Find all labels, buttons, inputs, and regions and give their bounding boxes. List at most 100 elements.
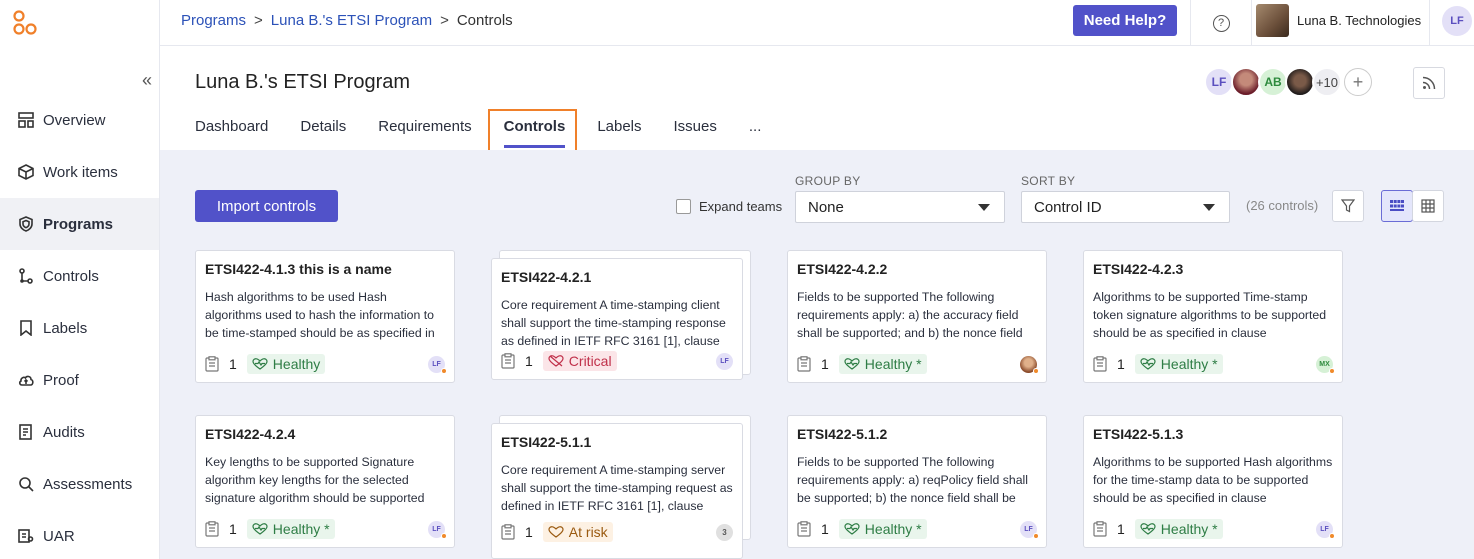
control-card[interactable]: ETSI422-5.1.2 Fields to be supported The… — [787, 415, 1047, 548]
control-card[interactable]: ETSI422-5.1.1 Core requirement A time-st… — [491, 423, 743, 559]
owner-avatar[interactable]: MX — [1316, 356, 1335, 374]
badge-dot — [1329, 533, 1335, 539]
status-label: Healthy * — [272, 521, 330, 537]
chevron-down-icon — [1203, 204, 1215, 211]
expand-teams-checkbox[interactable] — [676, 199, 691, 214]
audit-icon — [17, 423, 35, 441]
sort-by-label: SORT BY — [1021, 174, 1076, 188]
app-logo[interactable] — [11, 9, 39, 37]
help-center-button[interactable]: ? — [1190, 0, 1252, 46]
tab-labels[interactable]: Labels — [597, 118, 641, 150]
controls-count: (26 controls) — [1246, 198, 1319, 213]
control-footer: 1 Healthy * LF — [797, 518, 1039, 540]
owner-initials: LF — [432, 526, 441, 533]
sidebar-item-controls[interactable]: Controls — [0, 250, 159, 302]
owner-avatar[interactable]: LF — [1020, 521, 1039, 539]
member-avatar[interactable]: AB — [1258, 67, 1288, 97]
clipboard-icon — [797, 356, 811, 372]
tab-dashboard[interactable]: Dashboard — [195, 118, 268, 150]
sidebar-item-assessments[interactable]: Assessments — [0, 458, 159, 510]
add-member-button[interactable]: + — [1344, 68, 1372, 96]
control-card[interactable]: ETSI422-5.1.3 Algorithms to be supported… — [1083, 415, 1343, 548]
owner-count-badge[interactable]: 3 — [716, 524, 733, 541]
control-footer: 1 Healthy * — [797, 353, 1039, 375]
question-icon: ? — [1212, 14, 1230, 32]
table-view-button[interactable] — [1412, 190, 1444, 222]
clipboard-icon — [205, 356, 219, 372]
heart-pulse-icon — [1140, 358, 1156, 370]
tab-requirements[interactable]: Requirements — [378, 118, 471, 150]
clipboard-icon — [1093, 356, 1107, 372]
card-view-button[interactable] — [1381, 190, 1413, 222]
more-members-count[interactable]: +10 — [1312, 67, 1342, 97]
sidebar-item-label: UAR — [43, 527, 75, 545]
program-members: LF AB +10 + — [1204, 67, 1372, 97]
controls-content: Import controls Expand teams GROUP BY No… — [160, 150, 1474, 559]
control-card[interactable]: ETSI422-4.2.1 Core requirement A time-st… — [491, 258, 743, 380]
sidebar-item-overview[interactable]: Overview — [0, 94, 159, 146]
heart-pulse-icon — [844, 358, 860, 370]
heart-pulse-icon — [252, 358, 268, 370]
control-title: ETSI422-4.2.4 — [205, 426, 296, 442]
breadcrumb-programs-link[interactable]: Programs — [181, 12, 246, 29]
need-help-button[interactable]: Need Help? — [1073, 5, 1177, 36]
sort-by-value: Control ID — [1034, 198, 1102, 216]
heart-pulse-icon — [252, 523, 268, 535]
sidebar-item-work-items[interactable]: Work items — [0, 146, 159, 198]
owner-avatar[interactable]: LF — [1316, 521, 1335, 539]
status-badge: Healthy * — [1134, 354, 1223, 374]
control-description: Hash algorithms to be used Hash algorith… — [205, 290, 435, 340]
status-badge: Critical — [542, 351, 617, 371]
filter-button[interactable] — [1332, 190, 1364, 222]
sidebar-item-programs[interactable]: Programs — [0, 198, 159, 250]
owner-avatar[interactable]: LF — [428, 356, 447, 374]
sort-by-select[interactable]: Control ID — [1021, 191, 1230, 223]
member-avatar[interactable]: LF — [1204, 67, 1234, 97]
org-name[interactable]: Luna B. Technologies — [1297, 13, 1421, 28]
control-footer: 1 Critical LF — [501, 350, 733, 372]
sidebar-nav: Overview Work items Programs Controls La… — [0, 94, 159, 559]
control-description: Algorithms to be supported Time-stamp to… — [1093, 290, 1327, 340]
evidence-count: 1 — [1117, 521, 1125, 537]
breadcrumb-program-link[interactable]: Luna B.'s ETSI Program — [271, 12, 432, 29]
tab-more[interactable]: ... — [749, 118, 762, 150]
label-icon — [17, 319, 35, 337]
member-avatar[interactable] — [1231, 67, 1261, 97]
sidebar-item-audits[interactable]: Audits — [0, 406, 159, 458]
badge-dot — [1329, 368, 1335, 374]
user-avatar[interactable]: LF — [1442, 6, 1472, 36]
owner-avatar[interactable] — [1020, 356, 1039, 374]
sidebar-item-uar[interactable]: UAR — [0, 510, 159, 559]
org-avatar[interactable] — [1256, 4, 1289, 37]
control-card[interactable]: ETSI422-4.2.4 Key lengths to be supporte… — [195, 415, 455, 548]
sidebar: « Overview Work items Programs Controls … — [0, 0, 160, 559]
sidebar-item-label: Overview — [43, 111, 106, 129]
control-card[interactable]: ETSI422-4.1.3 this is a name Hash algori… — [195, 250, 455, 383]
tab-details[interactable]: Details — [300, 118, 346, 150]
status-badge: Healthy * — [246, 519, 335, 539]
control-card[interactable]: ETSI422-4.2.2 Fields to be supported The… — [787, 250, 1047, 383]
group-by-select[interactable]: None — [795, 191, 1005, 223]
owner-avatar[interactable]: LF — [428, 521, 447, 539]
import-controls-button[interactable]: Import controls — [195, 190, 338, 222]
member-avatar[interactable] — [1285, 67, 1315, 97]
divider — [1429, 0, 1430, 46]
sidebar-item-proof[interactable]: Proof — [0, 354, 159, 406]
control-card[interactable]: ETSI422-4.2.3 Algorithms to be supported… — [1083, 250, 1343, 383]
badge-dot — [441, 368, 447, 374]
control-title: ETSI422-5.1.2 — [797, 426, 888, 442]
rss-icon — [1422, 76, 1436, 90]
clipboard-icon — [205, 521, 219, 537]
owner-initials: LF — [432, 361, 441, 368]
sidebar-item-labels[interactable]: Labels — [0, 302, 159, 354]
rss-feed-button[interactable] — [1413, 67, 1445, 99]
control-description: Core requirement A time-stamping client … — [501, 298, 726, 348]
owner-initials: MX — [1319, 361, 1330, 368]
shield-icon — [17, 215, 35, 233]
owner-avatar[interactable]: LF — [716, 353, 733, 370]
control-description: Fields to be supported The following req… — [797, 290, 1023, 340]
tab-issues[interactable]: Issues — [674, 118, 717, 150]
collapse-sidebar-button[interactable]: « — [142, 70, 152, 91]
expand-teams-toggle[interactable]: Expand teams — [676, 199, 782, 214]
control-title: ETSI422-4.1.3 this is a name — [205, 261, 392, 277]
